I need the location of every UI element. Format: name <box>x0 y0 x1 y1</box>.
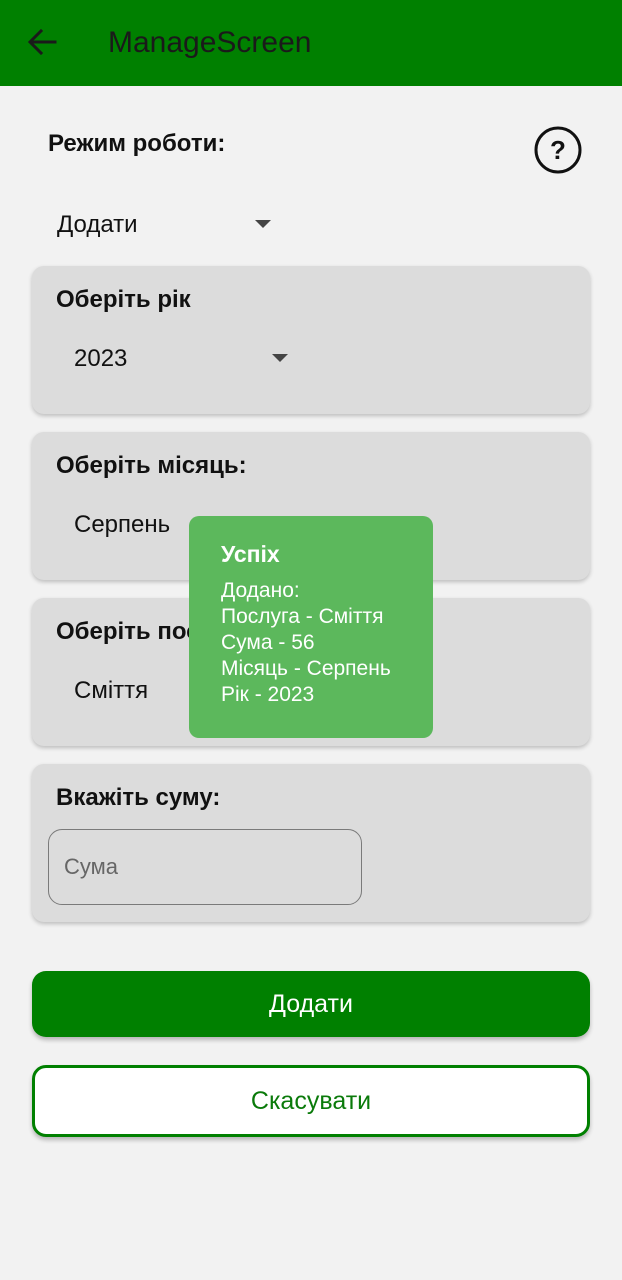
month-selected-value: Серпень <box>74 511 171 538</box>
cancel-button[interactable]: Скасувати <box>32 1065 590 1137</box>
year-card: Оберіть рік 2023 <box>32 266 590 414</box>
page-title: ManageScreen <box>108 26 312 59</box>
sum-card: Вкажіть суму: <box>32 764 590 922</box>
add-button[interactable]: Додати <box>32 971 590 1037</box>
success-toast: Успіх Додано: Послуга - Сміття Сума - 56… <box>189 516 433 738</box>
service-selected-value: Сміття <box>74 677 149 704</box>
toast-line-year: Рік - 2023 <box>221 683 315 706</box>
back-button[interactable] <box>22 22 62 62</box>
year-dropdown[interactable]: 2023 <box>74 342 294 376</box>
caret-down-icon <box>255 220 271 228</box>
toast-line-service: Послуга - Сміття <box>221 605 384 628</box>
app-bar: ManageScreen <box>0 0 622 86</box>
toast-line-added: Додано: <box>221 579 300 602</box>
help-button[interactable]: ? <box>534 126 582 174</box>
toast-line-month: Місяць - Серпень <box>221 657 391 680</box>
toast-line-sum: Сума - 56 <box>221 631 315 654</box>
mode-label: Режим роботи: <box>48 130 226 157</box>
month-card-title: Оберіть місяць: <box>56 452 247 479</box>
sum-card-title: Вкажіть суму: <box>56 784 221 811</box>
mode-dropdown[interactable]: Додати <box>57 208 277 242</box>
year-card-title: Оберіть рік <box>56 286 191 313</box>
arrow-back-icon <box>27 29 57 55</box>
toast-title: Успіх <box>221 541 280 567</box>
svg-text:?: ? <box>550 135 566 165</box>
help-circle-icon: ? <box>534 126 582 174</box>
mode-selected-value: Додати <box>57 211 138 238</box>
year-selected-value: 2023 <box>74 345 128 372</box>
caret-down-icon <box>272 354 288 362</box>
sum-input[interactable] <box>48 829 362 905</box>
